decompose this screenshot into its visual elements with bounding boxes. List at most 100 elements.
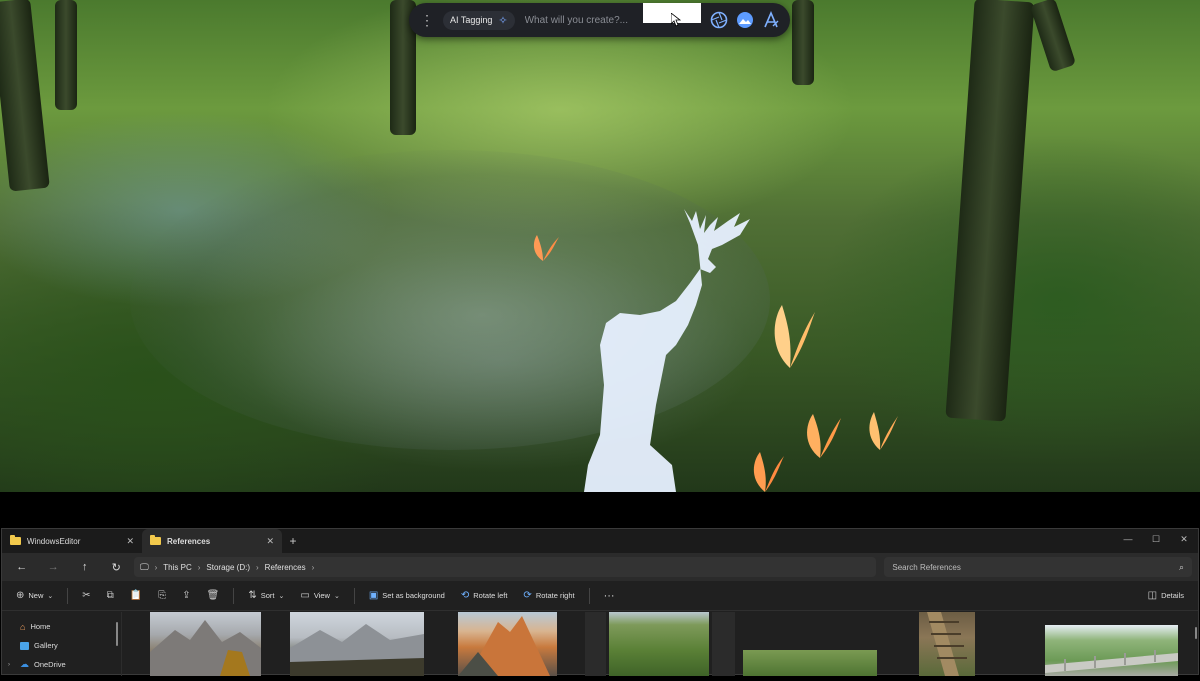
explorer-content: ⌂ Home Gallery › ☁ OneDrive: [2, 612, 1200, 676]
tab-label: References: [167, 536, 211, 546]
maximize-button[interactable]: ☐: [1142, 529, 1170, 553]
folder-icon: [150, 535, 161, 545]
image-thumbnail[interactable]: [743, 650, 877, 676]
tree-trunk: [945, 0, 1035, 422]
rotate-left-icon: ⟲: [460, 590, 470, 601]
command-bar: ⊕ New ⌄ ✂ ⧉ 📋 ⎘ ⇪ 🗑 ⇅ Sort ⌄ ▭ View ⌄ ▣ …: [2, 581, 1198, 611]
image-thumbnail[interactable]: [919, 612, 975, 676]
details-pane-icon: ◫: [1147, 590, 1158, 601]
paste-icon: 📋: [129, 590, 143, 601]
image-icon[interactable]: [736, 11, 754, 29]
minimize-button[interactable]: —: [1114, 529, 1142, 553]
chevron-down-icon: ⌄: [333, 592, 340, 600]
tree-trunk: [55, 0, 77, 110]
close-icon[interactable]: ✕: [266, 536, 274, 547]
sort-button[interactable]: ⇅ Sort ⌄: [242, 585, 290, 607]
more-options-button[interactable]: ···: [598, 585, 621, 607]
scissors-icon: ✂: [82, 590, 91, 601]
plus-circle-icon: ⊕: [16, 590, 25, 601]
search-input[interactable]: Search References ⌕: [884, 557, 1192, 577]
text-style-icon[interactable]: [762, 11, 780, 29]
aperture-icon[interactable]: [710, 11, 728, 29]
close-window-button[interactable]: ✕: [1170, 529, 1198, 553]
onedrive-icon: ☁: [20, 659, 29, 669]
breadcrumb-item[interactable]: References: [265, 563, 306, 572]
refresh-icon[interactable]: ↻: [102, 561, 129, 574]
breadcrumb-item[interactable]: Storage (D:): [206, 563, 250, 572]
delete-button[interactable]: 🗑: [201, 585, 226, 607]
nav-item-gallery[interactable]: Gallery: [2, 636, 121, 655]
image-thumbnail[interactable]: [609, 612, 709, 676]
more-vertical-icon[interactable]: ⋮: [419, 12, 435, 29]
up-icon[interactable]: ↑: [71, 561, 98, 573]
gallery-icon: [20, 641, 29, 650]
search-placeholder: Search References: [892, 562, 961, 572]
chevron-right-icon: ›: [154, 562, 158, 572]
set-as-background-button[interactable]: ▣ Set as background: [363, 585, 451, 607]
chevron-down-icon: ⌄: [47, 592, 54, 600]
image-thumbnail[interactable]: [585, 612, 606, 676]
rotate-left-button[interactable]: ⟲ Rotate left: [455, 585, 514, 607]
paste-button[interactable]: 📋: [124, 585, 148, 607]
set-background-label: Set as background: [382, 591, 445, 600]
back-icon[interactable]: ←: [8, 561, 35, 573]
image-thumbnail[interactable]: [712, 612, 735, 676]
details-button[interactable]: ◫ Details: [1142, 585, 1190, 607]
tree-trunk: [1029, 0, 1077, 73]
nav-label: Home: [30, 622, 51, 631]
chevron-down-icon: ⌄: [278, 592, 285, 600]
new-tab-button[interactable]: +: [282, 534, 304, 548]
folder-icon: [10, 535, 21, 545]
chevron-right-icon: ›: [197, 562, 201, 572]
nav-label: OneDrive: [34, 660, 66, 669]
rotate-right-button[interactable]: ⟳ Rotate right: [517, 585, 580, 607]
share-icon: ⇪: [182, 590, 191, 601]
image-thumbnail[interactable]: [1045, 625, 1178, 676]
glowing-plant: [533, 235, 559, 261]
window-controls: — ☐ ✕: [1114, 529, 1198, 553]
rotate-right-icon: ⟳: [523, 590, 532, 601]
tab-references[interactable]: References ✕: [142, 529, 282, 553]
sort-label: Sort: [260, 591, 275, 600]
breadcrumb[interactable]: 🖵 › This PC › Storage (D:) › References …: [133, 557, 877, 577]
details-label: Details: [1161, 591, 1184, 600]
render-viewport: ⋮ AI Tagging ✧ What will you create?...: [0, 0, 1200, 492]
tab-label: WindowsEditor: [27, 536, 81, 546]
tree-trunk: [792, 0, 814, 85]
file-explorer-window: WindowsEditor ✕ References ✕ + — ☐ ✕ ← →…: [1, 528, 1200, 676]
share-button[interactable]: ⇪: [176, 585, 196, 607]
mouse-cursor-icon: [671, 13, 681, 27]
view-icon: ▭: [300, 590, 310, 601]
rotate-left-label: Rotate left: [473, 591, 508, 600]
image-thumbnail[interactable]: [290, 612, 424, 676]
nav-item-home[interactable]: ⌂ Home: [2, 617, 121, 636]
nav-scrollbar[interactable]: [116, 622, 118, 646]
glowing-plant: [869, 412, 898, 450]
tree-trunk: [0, 0, 50, 192]
view-button[interactable]: ▭ View ⌄: [294, 585, 345, 607]
navigation-pane: ⌂ Home Gallery › ☁ OneDrive: [2, 612, 122, 676]
floating-toolbar: ⋮ AI Tagging ✧ What will you create?...: [409, 3, 790, 37]
rename-icon: ⎘: [158, 590, 167, 601]
ai-tagging-chip[interactable]: AI Tagging ✧: [443, 10, 515, 30]
tab-windowseditor[interactable]: WindowsEditor ✕: [2, 529, 142, 553]
cut-button[interactable]: ✂: [76, 585, 96, 607]
close-icon[interactable]: ✕: [126, 536, 134, 547]
prompt-input[interactable]: What will you create?...: [525, 15, 643, 26]
address-bar: ← → ↑ ↻ 🖵 › This PC › Storage (D:) › Ref…: [2, 553, 1198, 581]
forward-icon[interactable]: →: [39, 561, 66, 573]
nav-item-onedrive[interactable]: › ☁ OneDrive: [2, 655, 121, 674]
tab-strip: WindowsEditor ✕ References ✕ + — ☐ ✕: [2, 529, 1198, 553]
chevron-right-icon: ›: [8, 661, 10, 668]
rename-button[interactable]: ⎘: [152, 585, 172, 607]
sort-icon: ⇅: [248, 590, 257, 601]
new-button[interactable]: ⊕ New ⌄: [10, 585, 59, 607]
breadcrumb-item[interactable]: This PC: [163, 563, 191, 572]
image-thumbnail[interactable]: [150, 612, 261, 676]
content-scrollbar[interactable]: [1195, 627, 1197, 639]
glowing-plant: [774, 305, 815, 368]
copy-button[interactable]: ⧉: [101, 585, 120, 607]
search-icon: ⌕: [1178, 561, 1184, 572]
view-label: View: [313, 591, 330, 600]
image-thumbnail[interactable]: [458, 612, 557, 676]
